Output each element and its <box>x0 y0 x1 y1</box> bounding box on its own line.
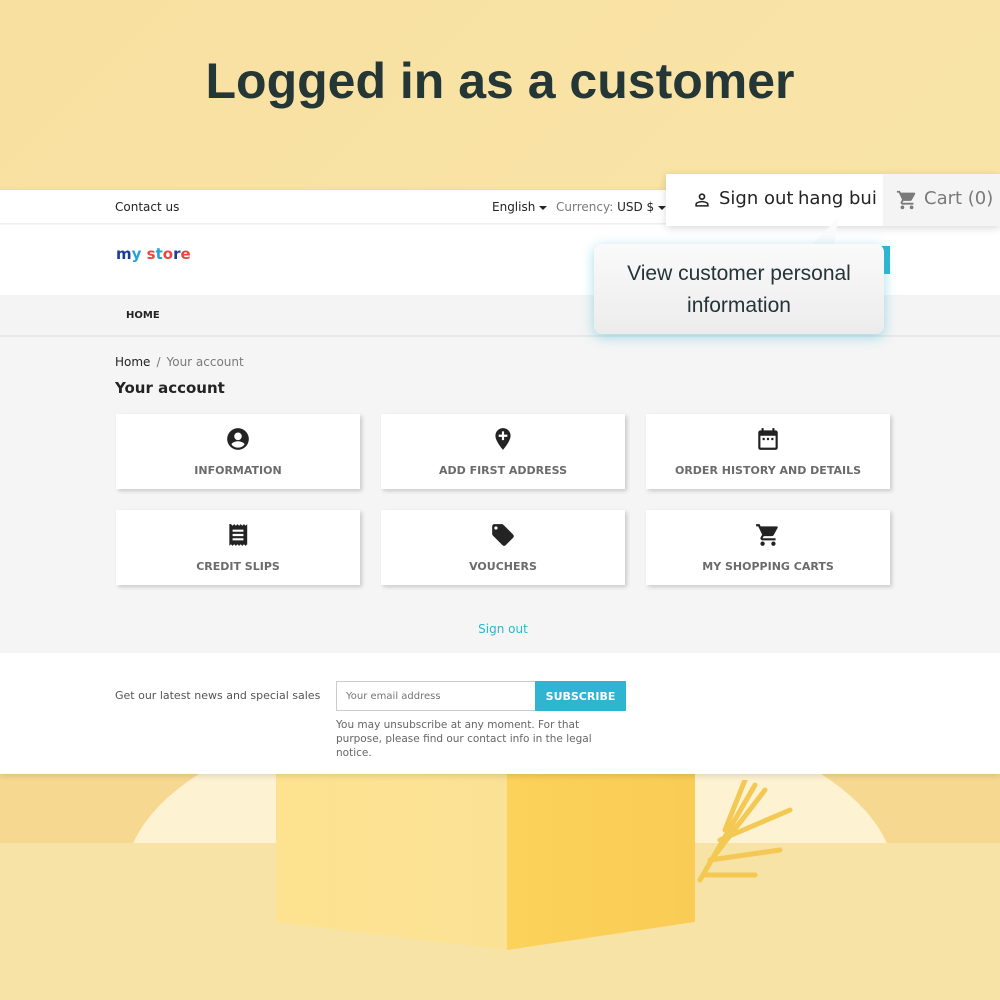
calendar-icon <box>646 426 890 452</box>
user-icon <box>692 190 712 214</box>
breadcrumb-current: Your account <box>166 355 244 369</box>
currency-selector[interactable]: Currency: USD $ <box>556 200 667 214</box>
header-sign-out-link[interactable]: Sign out <box>719 188 793 209</box>
cart-label: Cart (0) <box>924 188 994 209</box>
nav-home[interactable]: HOME <box>126 310 160 321</box>
chevron-down-icon <box>539 205 548 210</box>
unsubscribe-note: You may unsubscribe at any moment. For t… <box>336 719 592 759</box>
tile-label: ORDER HISTORY AND DETAILS <box>674 464 862 477</box>
subscribe-button[interactable]: SUBSCRIBE <box>535 681 626 711</box>
tile-label: MY SHOPPING CARTS <box>702 560 834 573</box>
breadcrumb: Home / Your account <box>115 355 244 369</box>
tile-label: ADD FIRST ADDRESS <box>438 464 568 477</box>
view-customer-info-tooltip: View customer personal information <box>594 244 884 334</box>
shopping-cart-icon <box>646 522 890 548</box>
language-value: English <box>492 200 536 214</box>
contact-us-link[interactable]: Contact us <box>115 200 179 214</box>
cart-link[interactable]: Cart (0) <box>883 174 1000 226</box>
sign-out-link[interactable]: Sign out <box>0 622 1000 636</box>
shopping-cart-icon <box>896 189 918 215</box>
tile-vouchers[interactable]: VOUCHERS <box>381 510 625 585</box>
breadcrumb-home[interactable]: Home <box>115 355 150 369</box>
tooltip-text: View customer personal information <box>594 258 884 322</box>
tooltip-line-1: View customer personal <box>627 262 851 285</box>
decor-box-left <box>276 774 508 950</box>
decor-box-right <box>507 774 695 950</box>
tile-add-first-address[interactable]: ADD FIRST ADDRESS <box>381 414 625 489</box>
account-circle-icon <box>116 426 360 452</box>
add-location-icon <box>381 426 625 452</box>
newsletter-text: Get our latest news and special sales <box>115 689 321 702</box>
tooltip-line-2: information <box>687 294 791 317</box>
palm-leaf-icon <box>697 780 793 883</box>
tile-credit-slips[interactable]: CREDIT SLIPS <box>116 510 360 585</box>
chevron-down-icon <box>658 205 667 210</box>
newsletter-footer: Get our latest news and special sales SU… <box>0 653 1000 774</box>
tile-label: INFORMATION <box>194 464 282 477</box>
currency-value: USD $ <box>617 200 655 214</box>
tile-order-history[interactable]: ORDER HISTORY AND DETAILS <box>646 414 890 489</box>
email-input[interactable] <box>336 681 536 711</box>
tile-label: CREDIT SLIPS <box>196 560 280 573</box>
tile-my-shopping-carts[interactable]: MY SHOPPING CARTS <box>646 510 890 585</box>
tile-information[interactable]: INFORMATION <box>116 414 360 489</box>
customer-name-link[interactable]: hang bui <box>798 188 877 209</box>
store-logo[interactable]: my store <box>116 245 191 263</box>
tile-label: VOUCHERS <box>469 560 537 573</box>
language-selector[interactable]: English <box>492 200 548 214</box>
breadcrumb-separator: / <box>156 355 161 369</box>
currency-label: Currency: <box>556 200 614 214</box>
promo-headline: Logged in as a customer <box>205 53 795 109</box>
receipt-icon <box>116 522 360 548</box>
tag-icon <box>381 522 625 548</box>
page-title: Your account <box>115 379 225 397</box>
